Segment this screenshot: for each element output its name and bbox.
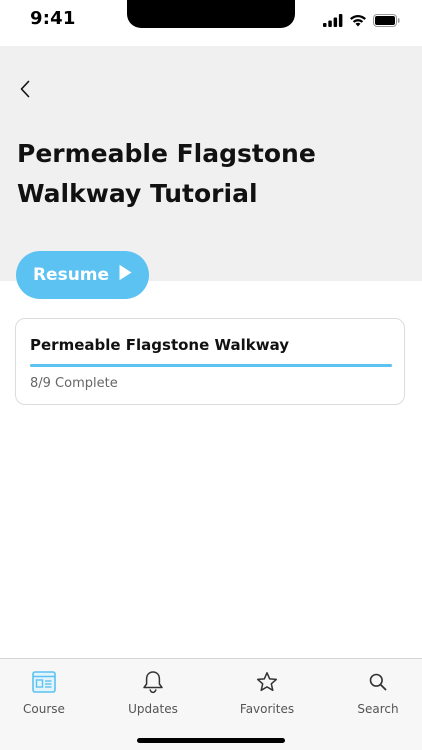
bell-icon [142,669,164,695]
page-title: Permeable Flagstone Walkway Tutorial [17,139,316,208]
tab-updates[interactable]: Updates [103,669,203,716]
tab-search-label: Search [357,702,399,716]
resume-label: Resume [32,265,110,285]
tab-bar: Course Updates Favorites Search [0,658,422,750]
battery-icon [373,12,400,31]
status-time: 9:41 [30,8,76,29]
tab-favorites[interactable]: Favorites [217,669,317,716]
search-icon [368,669,388,695]
tab-search[interactable]: Search [328,669,422,716]
wifi-icon [349,12,367,31]
status-bar: 9:41 [0,0,422,46]
star-icon [256,669,278,695]
cellular-signal-icon [323,12,343,31]
course-title: Permeable Flagstone Walkway [30,336,290,354]
tab-course[interactable]: Course [0,669,94,716]
header: Permeable Flagstone Walkway Tutorial [0,46,422,281]
tab-favorites-label: Favorites [239,702,295,716]
course-icon [32,669,56,695]
status-icons [323,12,400,31]
play-icon [119,264,132,286]
tab-course-label: Course [23,702,65,716]
tab-updates-label: Updates [128,702,178,716]
back-button[interactable] [14,80,36,102]
course-progress-text: 8/9 Complete [30,376,118,391]
course-progress-bar [30,364,392,367]
course-progress-fill [30,364,392,367]
resume-button[interactable]: Resume [16,251,149,299]
home-indicator [137,738,285,743]
device-notch [127,0,295,28]
course-card[interactable]: Permeable Flagstone Walkway 8/9 Complete [15,318,405,405]
chevron-left-icon [19,80,31,102]
